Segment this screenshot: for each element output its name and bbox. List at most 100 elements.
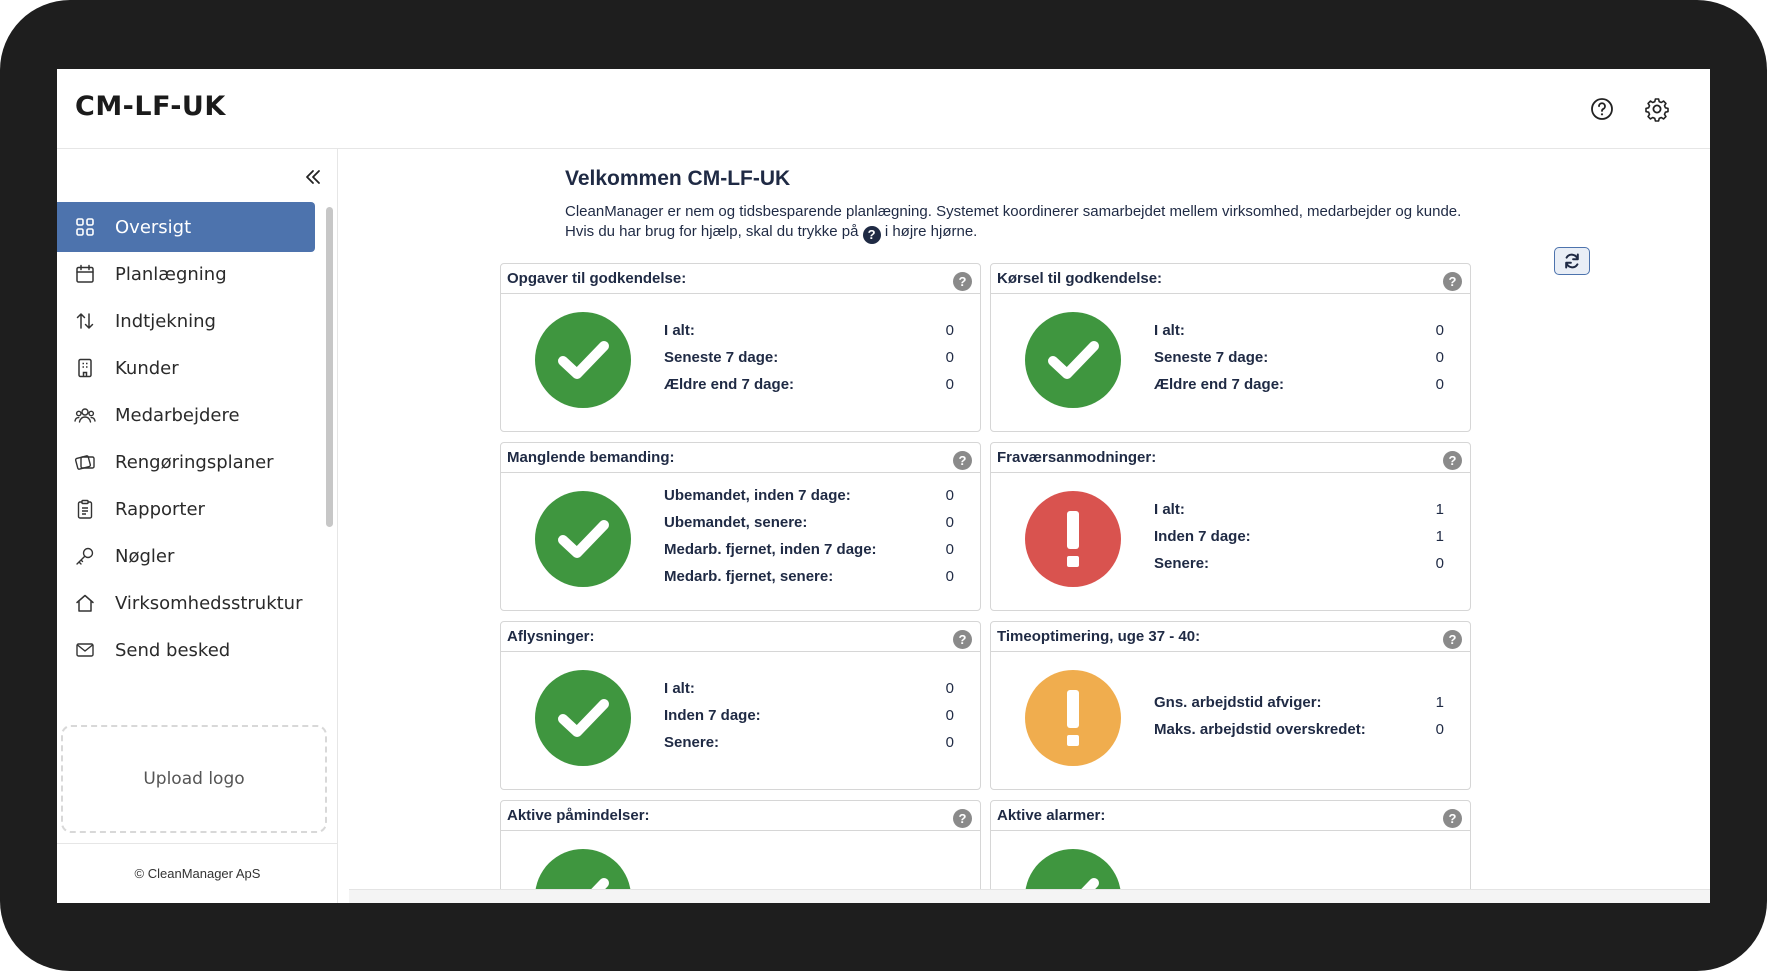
card-title: Kørsel til godkendelse: [997, 270, 1163, 287]
help-icon[interactable]: ? [1443, 809, 1462, 828]
horizontal-scrollbar[interactable] [349, 889, 1710, 903]
sidebar-item-label: Send besked [115, 639, 231, 661]
status-ok-icon [535, 670, 631, 766]
copyright-text: © CleanManager ApS [134, 866, 261, 881]
status-alert-icon [1025, 491, 1121, 587]
card-fravaersanmodninger: Fraværsanmodninger:? I alt: 1 Inden 7 dag… [990, 442, 1471, 611]
main-content: Velkommen CM-LF-UK CleanManager er nem o… [339, 149, 1710, 903]
card-manglende-bemanding: Manglende bemanding:? Ubemandet, inden 7… [500, 442, 981, 611]
card-timeoptimering: Timeoptimering, uge 37 - 40:? Gns. arbej… [990, 621, 1471, 790]
intro-line-2-after: i højre hjørne. [884, 223, 978, 240]
help-icon[interactable]: ? [1443, 272, 1462, 291]
card-title: Opgaver til godkendelse: [507, 270, 687, 287]
sidebar-item-label: Virksomhedsstruktur [115, 592, 303, 614]
sidebar-item-planlaegning[interactable]: Planlægning [57, 249, 315, 299]
help-icon[interactable]: ? [953, 809, 972, 828]
page-title: Velkommen CM-LF-UK [565, 167, 791, 190]
card-aktive-alarmer: Aktive alarmer:? [990, 800, 1471, 903]
sidebar-item-label: Planlægning [115, 263, 227, 285]
intro-text: CleanManager er nem og tidsbesparende pl… [565, 202, 1565, 244]
help-icon[interactable]: ? [1443, 451, 1462, 470]
users-icon [74, 408, 96, 423]
stat-row: I alt: 1 [1154, 501, 1444, 518]
stat-row: Senere: 0 [1154, 555, 1444, 572]
sidebar-item-label: Rapporter [115, 498, 205, 520]
stat-row: Ubemandet, inden 7 dage: 0 [664, 487, 954, 504]
sidebar-item-medarbejdere[interactable]: Medarbejdere [57, 390, 315, 440]
sidebar-item-kunder[interactable]: Kunder [57, 343, 315, 393]
sidebar-item-rengoeringsplaner[interactable]: Rengøringsplaner [57, 437, 315, 487]
help-icon[interactable]: ? [953, 451, 972, 470]
grid-icon [76, 218, 94, 236]
help-icon[interactable]: ? [953, 630, 972, 649]
card-title: Aflysninger: [507, 628, 595, 645]
intro-line-2-before: Hvis du har brug for hjælp, skal du tryk… [565, 223, 859, 240]
sidebar-item-label: Medarbejdere [115, 404, 240, 426]
building-icon [78, 358, 92, 378]
envelope-icon [76, 643, 94, 657]
stat-row: Medarb. fjernet, senere: 0 [664, 568, 954, 585]
status-ok-icon [535, 491, 631, 587]
stat-row: Ældre end 7 dage: 0 [664, 376, 954, 393]
stat-row: I alt: 0 [664, 322, 954, 339]
card-title: Fraværsanmodninger: [997, 449, 1157, 466]
top-bar: CM-LF-UK [57, 69, 1710, 149]
card-title: Aktive alarmer: [997, 807, 1106, 824]
stat-row: I alt: 0 [664, 680, 954, 697]
key-icon [76, 547, 94, 565]
upload-logo-dropzone[interactable]: Upload logo [61, 725, 327, 833]
arrows-up-down-icon [76, 313, 94, 329]
cards-icon [74, 455, 95, 470]
status-warning-icon [1025, 670, 1121, 766]
stat-row: Maks. arbejdstid overskredet: 0 [1154, 721, 1444, 738]
stat-row: Gns. arbejdstid afviger: 1 [1154, 694, 1444, 711]
card-aktive-paamindelser: Aktive påmindelser:? [500, 800, 981, 903]
card-title: Aktive påmindelser: [507, 807, 650, 824]
card-title: Manglende bemanding: [507, 449, 675, 466]
sidebar-scrollbar[interactable] [326, 207, 333, 527]
stat-row: Senere: 0 [664, 734, 954, 751]
sidebar-item-oversigt[interactable]: Oversigt [57, 202, 315, 252]
card-title: Timeoptimering, uge 37 - 40: [997, 628, 1201, 645]
intro-line-2: Hvis du har brug for hjælp, skal du tryk… [565, 222, 1565, 244]
card-koersel-til-godkendelse: Kørsel til godkendelse:? I alt: 0 Seneste… [990, 263, 1471, 432]
sidebar-nav: Oversigt Planlægning Indtjekning Kunder … [57, 202, 322, 710]
sidebar-item-label: Nøgler [115, 545, 175, 567]
sidebar-footer: © CleanManager ApS [57, 843, 338, 903]
stat-row: Medarb. fjernet, inden 7 dage: 0 [664, 541, 954, 558]
refresh-icon [1565, 253, 1579, 269]
refresh-button[interactable] [1554, 247, 1590, 275]
upload-logo-label: Upload logo [143, 769, 245, 789]
sidebar-item-label: Kunder [115, 357, 179, 379]
sidebar-item-virksomhedsstruktur[interactable]: Virksomhedsstruktur [57, 578, 315, 628]
card-opgaver-til-godkendelse: Opgaver til godkendelse:? I alt: 0 Senest… [500, 263, 981, 432]
help-icon[interactable]: ? [953, 272, 972, 291]
intro-line-1: CleanManager er nem og tidsbesparende pl… [565, 203, 1462, 220]
sidebar-item-send-besked[interactable]: Send besked [57, 625, 315, 675]
calendar-icon [76, 264, 94, 283]
sidebar-item-label: Oversigt [115, 216, 192, 238]
stat-row: Ubemandet, senere: 0 [664, 514, 954, 531]
sidebar-item-rapporter[interactable]: Rapporter [57, 484, 315, 534]
stat-row: Inden 7 dage: 0 [664, 707, 954, 724]
app-screen: CM-LF-UK Oversigt Planlægning Indtjeknin… [57, 69, 1710, 903]
gear-icon[interactable] [1643, 95, 1671, 123]
house-icon [76, 594, 94, 612]
app-title: CM-LF-UK [75, 91, 226, 122]
card-aflysninger: Aflysninger:? I alt: 0 Inden 7 dage: 0 Sen… [500, 621, 981, 790]
stat-row: Seneste 7 dage: 0 [664, 349, 954, 366]
sidebar-item-noegler[interactable]: Nøgler [57, 531, 315, 581]
sidebar-item-label: Indtjekning [115, 310, 216, 332]
stat-row: Seneste 7 dage: 0 [1154, 349, 1444, 366]
double-chevron-left-icon[interactable] [301, 165, 325, 189]
stat-row: Ældre end 7 dage: 0 [1154, 376, 1444, 393]
sidebar-item-indtjekning[interactable]: Indtjekning [57, 296, 315, 346]
question-circle-icon[interactable] [1588, 95, 1616, 123]
help-icon[interactable]: ? [1443, 630, 1462, 649]
sidebar: Oversigt Planlægning Indtjekning Kunder … [57, 149, 338, 903]
clipboard-icon [77, 499, 93, 519]
stat-row: I alt: 0 [1154, 322, 1444, 339]
question-circle-icon: ? [862, 226, 881, 244]
status-ok-icon [1025, 312, 1121, 408]
device-frame: CM-LF-UK Oversigt Planlægning Indtjeknin… [0, 0, 1767, 971]
